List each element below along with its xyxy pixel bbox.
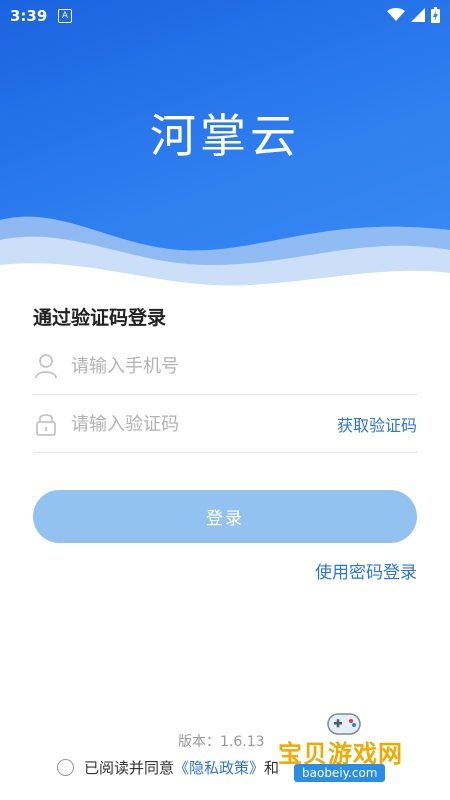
- phone-field: [33, 338, 417, 395]
- login-heading: 通过验证码登录: [33, 307, 167, 329]
- app-title: 河掌云: [150, 109, 300, 163]
- wave-decoration: [0, 216, 450, 305]
- password-login-link[interactable]: 使用密码登录: [315, 558, 417, 583]
- lock-icon: [36, 414, 56, 436]
- wifi-icon: [387, 8, 405, 21]
- login-button[interactable]: 登录: [33, 490, 417, 543]
- status-time: 3:39: [10, 7, 48, 25]
- notification-a-icon: A: [58, 9, 72, 23]
- agree-prefix-text: 已阅读并同意: [84, 759, 175, 777]
- code-field: 获取验证码: [33, 396, 417, 453]
- get-code-button[interactable]: 获取验证码: [337, 412, 417, 436]
- status-bar: 3:39 A: [0, 0, 450, 32]
- privacy-policy-link[interactable]: 《隐私政策》: [174, 757, 264, 778]
- phone-input[interactable]: [69, 354, 417, 378]
- watermark-url: baobeiy.com: [294, 764, 386, 782]
- agreement-row: 已阅读并同意 《隐私政策》 和: [57, 757, 279, 778]
- watermark-logo: 宝贝游戏网 baobeiy.com: [272, 708, 422, 786]
- version-label: 版本：1.6.13: [178, 734, 265, 750]
- battery-charging-icon: [431, 7, 440, 23]
- code-input[interactable]: [69, 412, 337, 436]
- agree-radio[interactable]: [57, 759, 74, 776]
- signal-icon: [411, 8, 425, 22]
- user-icon: [35, 354, 57, 379]
- status-icons: [387, 7, 440, 23]
